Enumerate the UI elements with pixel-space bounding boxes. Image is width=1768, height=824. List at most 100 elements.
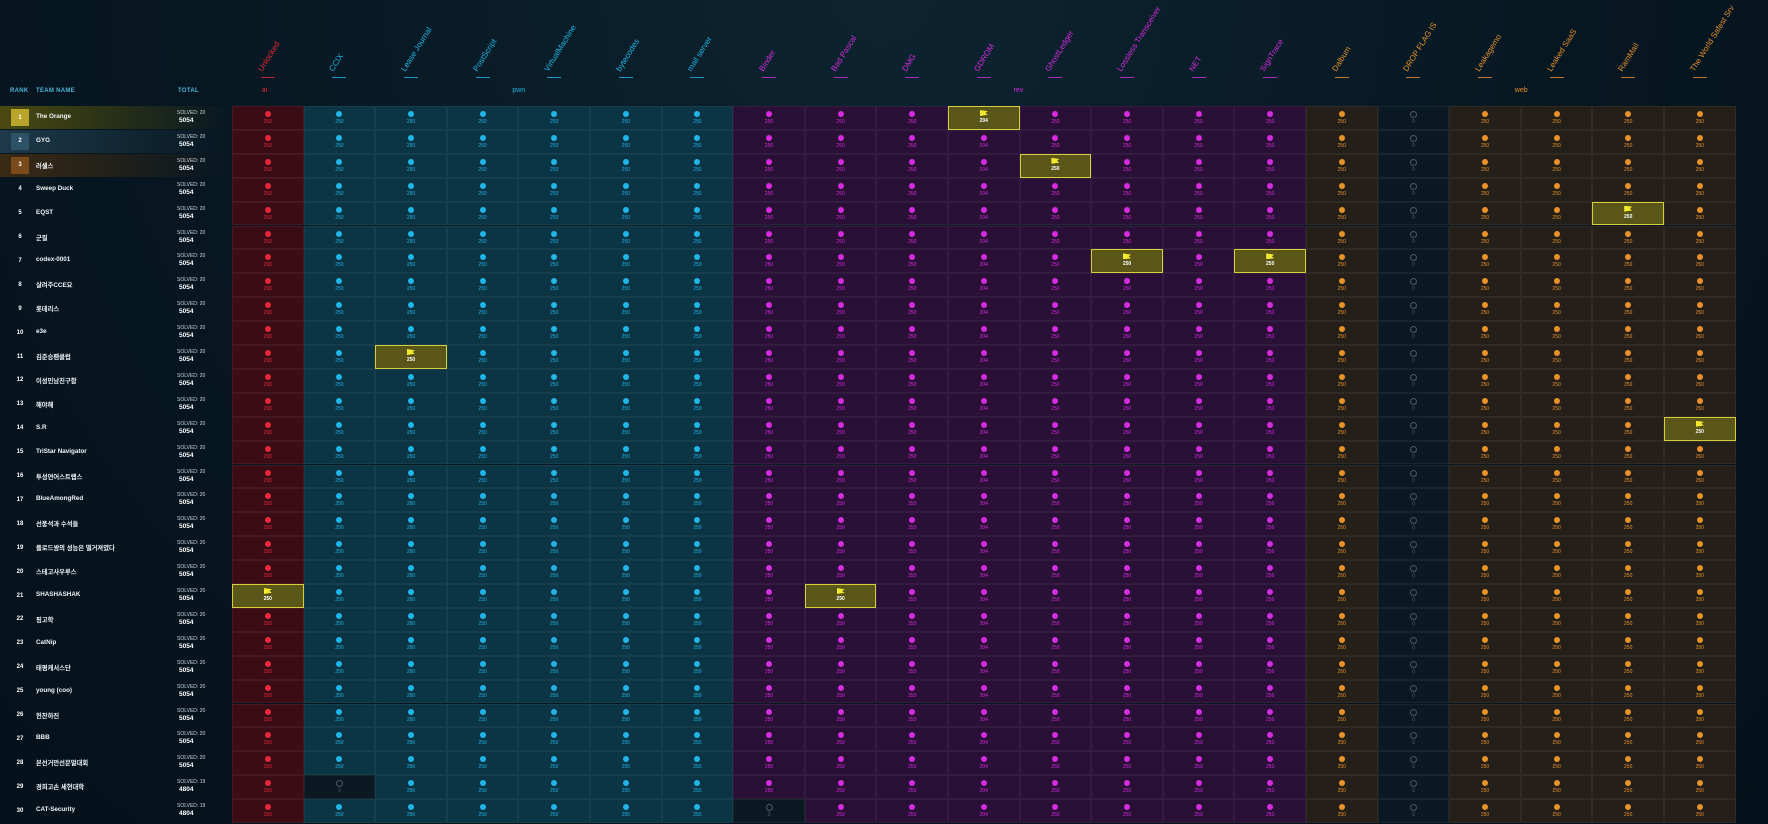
solved-cell[interactable] <box>518 584 590 608</box>
solved-cell[interactable] <box>804 392 877 417</box>
solved-cell[interactable] <box>1234 631 1306 656</box>
solved-cell[interactable] <box>590 201 662 226</box>
solved-cell[interactable] <box>303 631 376 656</box>
solved-cell[interactable] <box>876 631 948 656</box>
solved-cell[interactable] <box>1306 177 1378 202</box>
solved-cell[interactable] <box>733 201 805 226</box>
solved-cell[interactable] <box>661 440 734 465</box>
solved-cell[interactable] <box>375 201 447 226</box>
solved-cell[interactable] <box>232 153 304 178</box>
solved-cell[interactable] <box>375 225 447 250</box>
solved-cell[interactable] <box>661 512 734 537</box>
solved-cell[interactable] <box>518 799 590 823</box>
solved-cell[interactable] <box>303 488 376 513</box>
solved-cell[interactable] <box>232 297 304 322</box>
solved-cell[interactable] <box>804 751 877 776</box>
solved-cell[interactable] <box>876 273 948 298</box>
challenge-header[interactable]: VirtualMachine <box>543 23 579 73</box>
solved-cell[interactable] <box>876 225 948 250</box>
solved-cell[interactable] <box>1592 727 1664 752</box>
solved-cell[interactable] <box>446 536 519 561</box>
team-name[interactable]: Sweep Duck <box>36 185 73 192</box>
solved-cell[interactable] <box>1234 201 1306 226</box>
solved-cell[interactable] <box>1520 440 1593 465</box>
solved-cell[interactable] <box>1449 297 1521 322</box>
solved-cell[interactable] <box>1520 297 1593 322</box>
solved-cell[interactable] <box>1520 584 1593 608</box>
solved-cell[interactable] <box>590 631 662 656</box>
solved-cell[interactable] <box>446 464 519 489</box>
solved-cell[interactable] <box>661 368 734 393</box>
team-name[interactable]: BlueAmongRed <box>36 495 83 502</box>
solved-cell[interactable] <box>375 249 447 274</box>
solved-cell[interactable] <box>1019 440 1092 465</box>
solved-cell[interactable] <box>1664 345 1736 369</box>
solved-cell[interactable] <box>375 440 447 465</box>
solved-cell[interactable] <box>1234 464 1306 489</box>
solved-cell[interactable] <box>876 512 948 537</box>
team-name[interactable]: young (coo) <box>36 687 72 694</box>
solved-cell[interactable] <box>375 751 447 776</box>
solved-cell[interactable] <box>1162 607 1235 632</box>
solved-cell[interactable] <box>1091 799 1163 823</box>
solved-cell[interactable] <box>303 106 376 130</box>
solved-cell[interactable] <box>1234 177 1306 202</box>
challenge-header[interactable]: Bad Pascal <box>829 34 858 73</box>
challenge-header[interactable]: DMG <box>901 52 919 73</box>
solved-cell[interactable] <box>1664 249 1736 274</box>
solved-cell[interactable] <box>1520 679 1593 704</box>
solved-cell[interactable] <box>948 321 1020 345</box>
solved-cell[interactable] <box>1664 584 1736 608</box>
solved-cell[interactable] <box>1520 201 1593 226</box>
solved-cell[interactable] <box>948 201 1020 226</box>
solved-cell[interactable] <box>1162 488 1235 513</box>
solved-cell[interactable] <box>590 560 662 584</box>
solved-cell[interactable] <box>1592 297 1664 322</box>
team-name[interactable]: GYG <box>36 137 50 144</box>
solved-cell[interactable] <box>303 751 376 776</box>
solved-cell[interactable] <box>1664 775 1736 800</box>
solved-cell[interactable] <box>590 727 662 752</box>
solved-cell[interactable] <box>948 512 1020 537</box>
unsolved-cell[interactable] <box>1377 799 1450 823</box>
solved-cell[interactable] <box>1019 607 1092 632</box>
solved-cell[interactable] <box>1162 225 1235 250</box>
solved-cell[interactable] <box>1592 584 1664 608</box>
solved-cell[interactable] <box>1592 368 1664 393</box>
solved-cell[interactable] <box>1234 225 1306 250</box>
solved-cell[interactable] <box>733 225 805 250</box>
solved-cell[interactable] <box>1664 799 1736 823</box>
solved-cell[interactable] <box>446 799 519 823</box>
solved-cell[interactable] <box>303 153 376 178</box>
solved-cell[interactable] <box>1234 799 1306 823</box>
solved-cell[interactable] <box>733 129 805 154</box>
team-name[interactable]: 핑고학 <box>36 615 53 624</box>
solved-cell[interactable] <box>804 129 877 154</box>
solved-cell[interactable] <box>1234 512 1306 537</box>
solved-cell[interactable] <box>1019 679 1092 704</box>
solved-cell[interactable] <box>661 584 734 608</box>
solved-cell[interactable] <box>232 440 304 465</box>
team-name[interactable]: CAT-Security <box>36 806 75 813</box>
solved-cell[interactable] <box>1592 560 1664 584</box>
solved-cell[interactable] <box>733 440 805 465</box>
solved-cell[interactable] <box>1664 655 1736 680</box>
solved-cell[interactable] <box>733 249 805 274</box>
solved-cell[interactable] <box>232 631 304 656</box>
solved-cell[interactable] <box>446 584 519 608</box>
solved-cell[interactable] <box>1091 106 1163 130</box>
solved-cell[interactable] <box>446 201 519 226</box>
solved-cell[interactable] <box>1449 727 1521 752</box>
solved-cell[interactable] <box>948 488 1020 513</box>
solved-cell[interactable] <box>1234 607 1306 632</box>
solved-cell[interactable] <box>1592 273 1664 298</box>
solved-cell[interactable] <box>1019 655 1092 680</box>
solved-cell[interactable] <box>1019 584 1092 608</box>
solved-cell[interactable] <box>733 177 805 202</box>
solved-cell[interactable] <box>1306 464 1378 489</box>
solved-cell[interactable] <box>661 751 734 776</box>
solved-cell[interactable] <box>733 488 805 513</box>
solved-cell[interactable] <box>232 225 304 250</box>
solved-cell[interactable] <box>232 129 304 154</box>
solved-cell[interactable] <box>1449 560 1521 584</box>
